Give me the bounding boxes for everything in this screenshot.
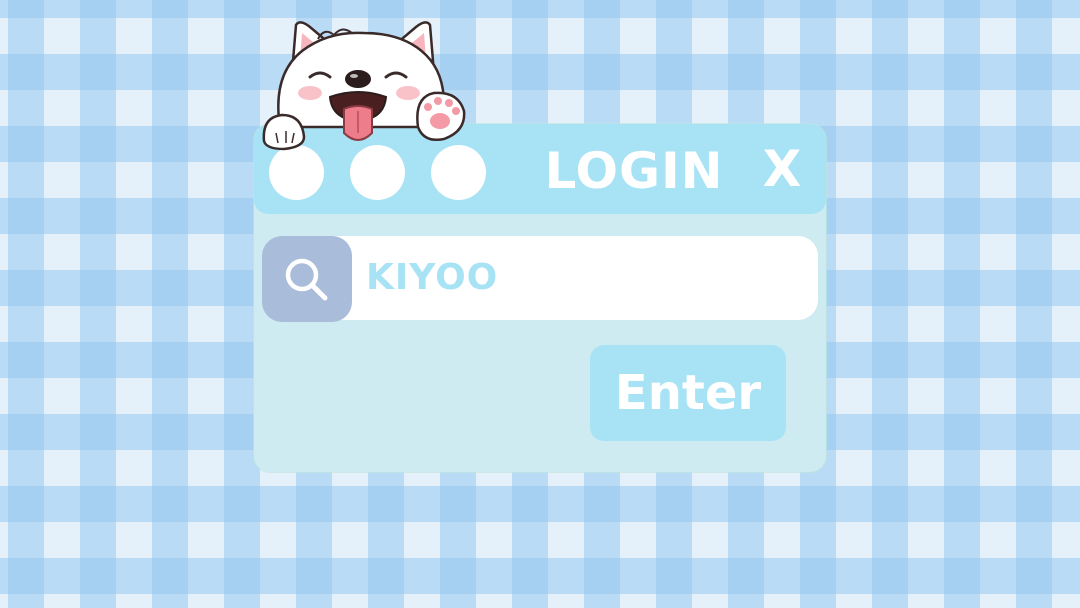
samoyed-dog-illustration: [262, 21, 466, 151]
close-button[interactable]: X: [754, 136, 810, 202]
window-dot-3[interactable]: [431, 145, 486, 200]
enter-button[interactable]: Enter: [590, 345, 786, 441]
search-input-value[interactable]: KIYOO: [366, 236, 498, 320]
window-dot-1[interactable]: [269, 145, 324, 200]
search-field[interactable]: KIYOO: [262, 236, 818, 322]
window-dot-2[interactable]: [350, 145, 405, 200]
window-title: LOGIN: [544, 142, 724, 200]
search-icon[interactable]: [262, 236, 352, 322]
login-window: LOGIN X KIYOO Enter: [254, 124, 826, 472]
